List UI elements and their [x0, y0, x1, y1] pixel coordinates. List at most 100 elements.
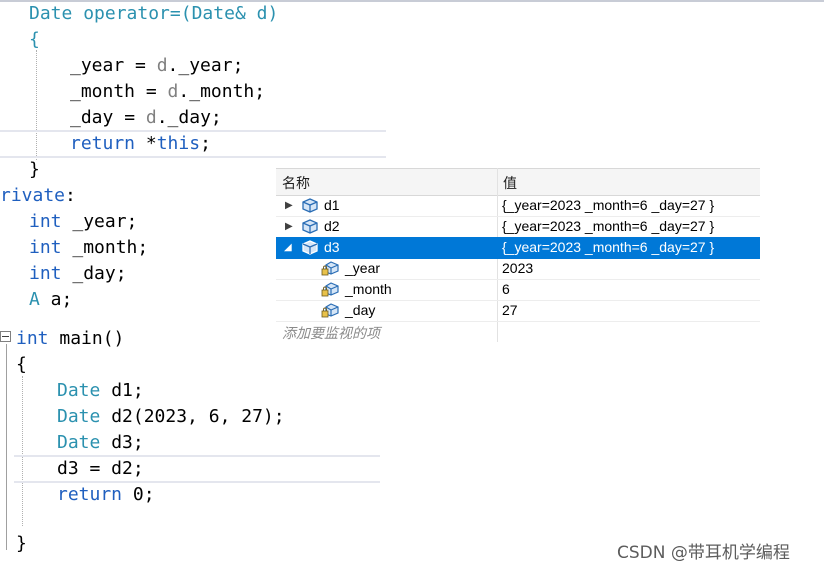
watch-value[interactable]: {_year=2023 _month=6 _day=27 }	[502, 197, 714, 213]
watch-row-day[interactable]: _day 27	[276, 300, 760, 322]
expand-arrow-icon[interactable]: ▶	[285, 200, 293, 211]
code-line: _year = d._year;	[70, 54, 243, 78]
code-line: {	[29, 28, 40, 52]
param-token: d	[145, 107, 157, 128]
watch-value[interactable]: 27	[502, 302, 518, 318]
code-line: int main()	[16, 327, 124, 351]
watch-row-d2[interactable]: ▶ d2 {_year=2023 _month=6 _day=27 }	[276, 216, 760, 238]
param-token: d	[256, 3, 268, 24]
keyword-token: int	[29, 237, 62, 258]
type-token: Date	[191, 3, 235, 24]
symbol-token: =	[135, 81, 168, 102]
indent-guide	[22, 376, 23, 526]
code-line: return 0;	[57, 483, 155, 507]
watch-row-d3[interactable]: ◢ d3 {_year=2023 _month=6 _day=27 }	[276, 237, 760, 259]
member-token: ._day;	[156, 107, 222, 128]
symbol-token: *	[135, 133, 157, 154]
code-line: int _month;	[29, 236, 148, 260]
member-token: _year	[70, 55, 125, 76]
watch-value[interactable]: 2023	[502, 260, 533, 276]
param-token: d	[167, 81, 179, 102]
brace-token: {	[16, 354, 27, 375]
watch-name: d2	[324, 218, 340, 234]
private-field-icon	[321, 261, 339, 276]
keyword-token: return	[57, 484, 123, 505]
watch-row-year[interactable]: _year 2023	[276, 258, 760, 280]
brace-token: }	[16, 533, 27, 554]
code-line: rivate:	[0, 184, 76, 208]
watch-value[interactable]: {_year=2023 _month=6 _day=27 }	[502, 239, 714, 255]
column-header-name[interactable]: 名称	[282, 173, 310, 193]
code-line: int _day;	[29, 262, 127, 286]
code-line: return *this;	[70, 132, 211, 156]
column-header-value[interactable]: 值	[503, 173, 517, 193]
code-line: A a;	[29, 288, 72, 312]
object-icon	[302, 198, 318, 213]
code-line: _day = d._day;	[70, 106, 222, 130]
member-token: _year;	[61, 211, 138, 232]
code-line: }	[29, 158, 40, 182]
code-line: Date d1;	[57, 379, 144, 403]
keyword-token: return	[70, 133, 136, 154]
watch-name: _month	[345, 281, 392, 297]
code-line: d3 = d2;	[57, 457, 144, 481]
object-icon	[302, 219, 318, 234]
member-token: a;	[39, 289, 73, 310]
brace-token: {	[29, 29, 40, 50]
member-token: _month	[70, 81, 136, 102]
collapse-toggle-icon[interactable]	[0, 331, 11, 342]
type-token: Date	[57, 432, 101, 453]
keyword-token: int	[29, 211, 62, 232]
keyword-token: int	[16, 328, 49, 349]
code-line: _month = d._month;	[70, 80, 265, 104]
watch-window: 名称 值 ▶ d1 {_year=2023 _month=6 _day=27 }…	[276, 168, 760, 342]
symbol-token: =	[124, 55, 157, 76]
add-watch-placeholder[interactable]: 添加要监视的项	[282, 323, 380, 343]
member-token: 0;	[122, 484, 155, 505]
member-token: ._month;	[178, 81, 266, 102]
keyword-token: rivate	[0, 185, 66, 206]
watch-value[interactable]: {_year=2023 _month=6 _day=27 }	[502, 218, 714, 234]
watch-row-d1[interactable]: ▶ d1 {_year=2023 _month=6 _day=27 }	[276, 195, 760, 217]
code-line: {	[16, 353, 27, 377]
symbol-token: ;	[200, 133, 211, 154]
expand-arrow-icon[interactable]: ▶	[285, 221, 293, 232]
indent-guide	[6, 344, 7, 550]
symbol-token: :	[65, 185, 76, 206]
watch-value[interactable]: 6	[502, 281, 510, 297]
function-token: main()	[48, 328, 125, 349]
private-field-icon	[321, 282, 339, 297]
member-token: _day	[70, 107, 114, 128]
code-line: Date d3;	[57, 431, 144, 455]
type-token: Date	[29, 3, 73, 24]
member-token: ._year;	[167, 55, 244, 76]
watermark-text: CSDN @带耳机学编程	[617, 543, 790, 563]
param-token: d	[156, 55, 168, 76]
member-token: d1;	[100, 380, 144, 401]
type-token: Date	[57, 406, 101, 427]
watch-header: 名称 值	[276, 168, 760, 196]
operator-token: operator=(	[72, 3, 192, 24]
code-line: Date d2(2023, 6, 27);	[57, 405, 285, 429]
keyword-token: int	[29, 263, 62, 284]
code-line: }	[16, 532, 27, 556]
code-line: Date operator=(Date& d)	[29, 2, 278, 26]
watch-name: d1	[324, 197, 340, 213]
watch-row-month[interactable]: _month 6	[276, 279, 760, 301]
symbol-token: =	[113, 107, 146, 128]
watch-name: _year	[345, 260, 381, 276]
watch-name: d3	[324, 239, 340, 255]
keyword-token: this	[156, 133, 201, 154]
member-token: _month;	[61, 237, 149, 258]
statement-token: d3 = d2;	[57, 458, 144, 479]
brace-token: }	[29, 159, 40, 180]
private-field-icon	[321, 303, 339, 318]
object-icon	[302, 240, 318, 255]
member-token: _day;	[61, 263, 127, 284]
watch-name: _day	[345, 302, 376, 318]
type-token: A	[29, 289, 40, 310]
member-token: d3;	[100, 432, 144, 453]
watch-add-item-row[interactable]: 添加要监视的项	[276, 321, 760, 342]
collapse-arrow-icon[interactable]: ◢	[284, 242, 292, 253]
member-token: d2(2023, 6, 27);	[100, 406, 285, 427]
